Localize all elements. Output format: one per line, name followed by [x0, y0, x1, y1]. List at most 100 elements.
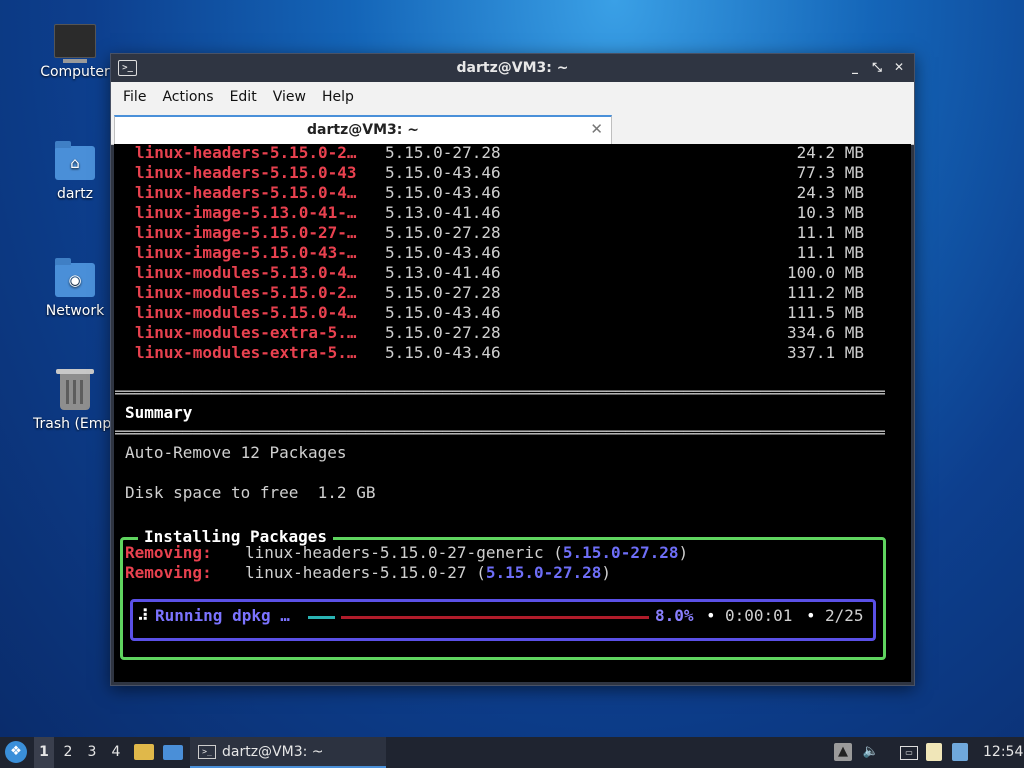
progress-label: Running dpkg …	[155, 606, 290, 625]
notification-icon[interactable]	[952, 743, 968, 761]
computer-icon	[54, 24, 96, 63]
package-size: 11.1 MB	[796, 223, 864, 242]
window-titlebar[interactable]: >_ dartz@VM3: ~ _ ⤡ ✕	[111, 54, 914, 82]
package-row: linux-modules-extra-5.…	[135, 323, 357, 343]
package-size: 24.2 MB	[796, 144, 864, 162]
removal-package: linux-headers-5.15.0-27-generic	[245, 543, 544, 562]
package-row: linux-image-5.15.0-43-…	[135, 243, 357, 263]
package-row: linux-modules-5.15.0-2…	[135, 283, 357, 303]
package-version: 5.15.0-27.28	[385, 223, 501, 242]
package-size: 111.5 MB	[786, 303, 864, 322]
package-row: linux-modules-5.15.0-4…	[135, 303, 357, 323]
removal-line: Removing:	[125, 543, 212, 563]
package-row: linux-modules-extra-5.…	[135, 343, 357, 363]
package-version: 5.15.0-43.46	[385, 343, 501, 362]
progress-bullet: •	[806, 606, 816, 625]
tab-bar: dartz@VM3: ~ ✕	[111, 112, 914, 145]
removal-detail: linux-headers-5.15.0-27 (5.15.0-27.28)	[245, 563, 612, 582]
disk-space-text: Disk space to free 1.2 GB	[125, 483, 376, 502]
tab-terminal[interactable]: dartz@VM3: ~ ✕	[114, 115, 612, 145]
desktop-icon-label: Computer	[40, 64, 110, 80]
workspace-2[interactable]: 2	[58, 737, 78, 768]
close-button[interactable]: ✕	[890, 58, 908, 76]
removing-label: Removing:	[125, 543, 212, 562]
package-version: 5.15.0-27.28	[385, 283, 501, 302]
clock[interactable]: 12:54	[983, 737, 1023, 768]
file-manager-icon[interactable]	[134, 744, 154, 760]
package-name: linux-image-5.15.0-27-…	[135, 223, 357, 242]
package-name: linux-modules-5.15.0-4…	[135, 303, 357, 322]
maximize-button[interactable]: ⤡	[868, 58, 886, 76]
removal-version: 5.15.0-27.28	[562, 543, 679, 562]
progress-spinner: ⠼	[137, 606, 149, 625]
removal-version: 5.15.0-27.28	[485, 563, 602, 582]
package-size: 334.6 MB	[786, 323, 864, 342]
clipboard-icon[interactable]	[926, 743, 942, 761]
package-row: linux-image-5.15.0-27-…	[135, 223, 357, 243]
package-version: 5.15.0-43.46	[385, 163, 501, 182]
window-title: dartz@VM3: ~	[456, 60, 569, 76]
terminal-output[interactable]: linux-headers-5.15.0-2… 5.15.0-27.28 24.…	[114, 144, 911, 682]
network-icon[interactable]: ▭	[900, 746, 918, 760]
removal-line: Removing:	[125, 563, 212, 583]
menu-view[interactable]: View	[265, 89, 314, 105]
package-row: linux-headers-5.15.0-2…	[135, 144, 357, 163]
removing-label: Removing:	[125, 563, 212, 582]
trash-icon	[56, 369, 94, 410]
package-row: linux-headers-5.15.0-43	[135, 163, 357, 183]
package-row: linux-headers-5.15.0-4…	[135, 183, 357, 203]
separator-rule: ════════════════════════════════════════…	[115, 423, 885, 442]
workspace-4[interactable]: 4	[106, 737, 126, 768]
package-row: linux-image-5.13.0-41-…	[135, 203, 357, 223]
progress-count: 2/25	[825, 606, 864, 625]
menu-file[interactable]: File	[115, 89, 154, 105]
start-menu-icon[interactable]: ❖	[5, 741, 27, 763]
volume-icon[interactable]: 🔈	[862, 743, 880, 761]
tab-close-icon[interactable]: ✕	[590, 120, 603, 138]
package-name: linux-modules-extra-5.…	[135, 323, 357, 342]
separator-rule: ════════════════════════════════════════…	[115, 383, 885, 402]
package-size: 24.3 MB	[796, 183, 864, 202]
desktop-icon-label: Trash (Empty)	[33, 416, 117, 432]
workspace-1[interactable]: 1	[34, 737, 54, 768]
package-version: 5.15.0-43.46	[385, 303, 501, 322]
workspace-3[interactable]: 3	[82, 737, 102, 768]
package-version: 5.15.0-27.28	[385, 144, 501, 162]
package-size: 10.3 MB	[796, 203, 864, 222]
tab-label: dartz@VM3: ~	[307, 122, 419, 138]
menu-actions[interactable]: Actions	[154, 89, 221, 105]
package-name: linux-modules-5.15.0-2…	[135, 283, 357, 302]
taskbar-window-terminal[interactable]: >_ dartz@VM3: ~	[190, 737, 386, 768]
progress-bullet: •	[706, 606, 716, 625]
minimize-button[interactable]: _	[846, 58, 864, 76]
desktop-icon-label: Network	[45, 303, 105, 319]
package-size: 100.0 MB	[786, 263, 864, 282]
package-name: linux-headers-5.15.0-4…	[135, 183, 357, 202]
terminal-window[interactable]: >_ dartz@VM3: ~ _ ⤡ ✕ File Actions Edit …	[110, 53, 915, 686]
show-desktop-icon[interactable]	[163, 745, 183, 760]
menu-edit[interactable]: Edit	[222, 89, 265, 105]
progress-bar-track	[341, 616, 649, 619]
package-name: linux-modules-5.13.0-4…	[135, 263, 357, 282]
desktop-icon-label: dartz	[56, 186, 94, 202]
auto-remove-text: Auto-Remove 12 Packages	[125, 443, 347, 462]
task-label: dartz@VM3: ~	[222, 744, 324, 760]
package-name: linux-image-5.15.0-43-…	[135, 243, 357, 262]
package-size: 11.1 MB	[796, 243, 864, 262]
progress-bar-fill	[308, 616, 335, 619]
menu-help[interactable]: Help	[314, 89, 362, 105]
package-row: linux-modules-5.13.0-4…	[135, 263, 357, 283]
package-size: 337.1 MB	[786, 343, 864, 362]
package-version: 5.15.0-43.46	[385, 183, 501, 202]
progress-elapsed: 0:00:01	[725, 606, 793, 625]
package-name: linux-headers-5.15.0-43	[135, 163, 357, 182]
package-size: 77.3 MB	[796, 163, 864, 182]
terminal-task-icon: >_	[198, 745, 216, 759]
update-notifier-icon[interactable]: ▲	[834, 743, 852, 761]
package-version: 5.13.0-41.46	[385, 203, 501, 222]
progress-percent: 8.0%	[655, 606, 694, 625]
package-name: linux-modules-extra-5.…	[135, 343, 357, 362]
removal-detail: linux-headers-5.15.0-27-generic (5.15.0-…	[245, 543, 689, 562]
summary-heading: Summary	[125, 403, 193, 422]
menubar: File Actions Edit View Help	[111, 82, 914, 112]
